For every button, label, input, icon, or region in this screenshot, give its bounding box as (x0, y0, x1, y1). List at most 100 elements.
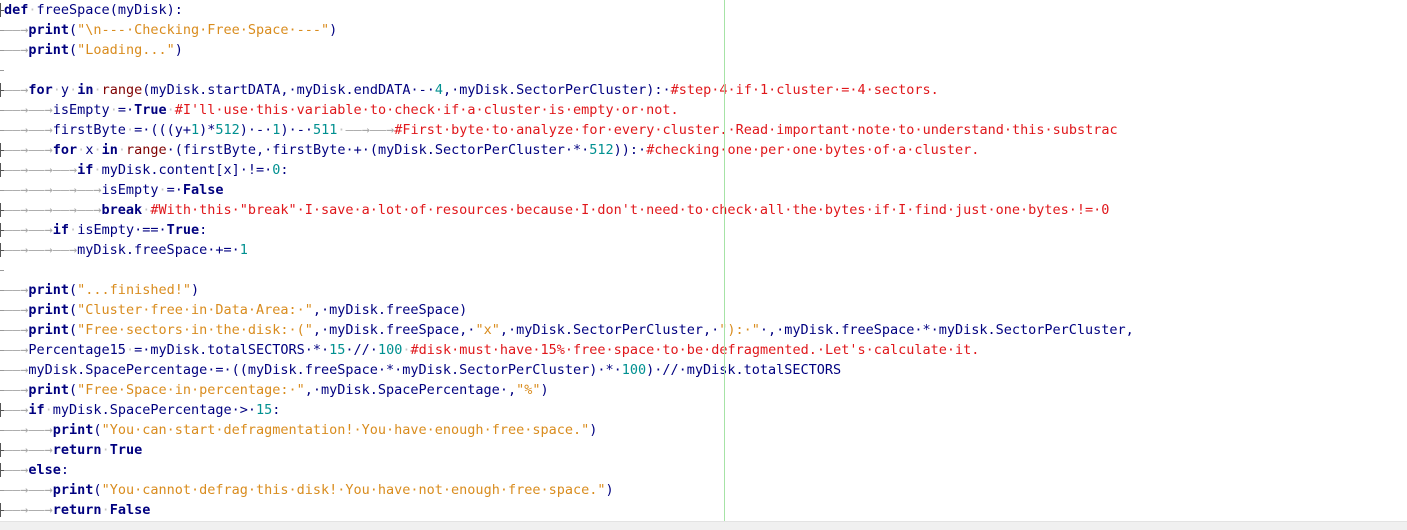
code-token: =· (166, 182, 183, 198)
code-token: ( (69, 382, 78, 398)
tab-arrow-icon: ——→——→——→——→ (4, 182, 102, 198)
code-token: print (28, 322, 70, 338)
code-token: return (52, 502, 102, 518)
code-token: #checking·one·per·one·bytes·of·a·cluster… (646, 142, 980, 158)
code-token: ·,·myDisk.freeSpace·*·myDisk.SectorPerCl… (759, 322, 1134, 338)
code-token: for (28, 82, 53, 98)
edge-column-guide (724, 0, 725, 522)
code-token: 15 (256, 402, 273, 418)
code-token: for (52, 142, 78, 158)
code-token: (myDisk): (109, 2, 183, 18)
tab-arrow-icon: ——→ (4, 402, 29, 418)
code-text: ——→else: (4, 460, 69, 480)
code-token: · (125, 122, 135, 138)
code-token: "You·cannot·defrag·this·disk!·You·have·n… (101, 482, 606, 498)
code-token: · (93, 162, 102, 178)
code-token: · (158, 182, 167, 198)
code-token: ) (329, 22, 338, 38)
tab-arrow-icon: ——→——→ (4, 482, 53, 498)
code-text: ——→print("Free·sectors·in·the·disk:·(",·… (4, 320, 1134, 340)
code-token: print (28, 42, 70, 58)
code-text: ——→for·y·in·range(myDisk.startDATA,·myDi… (4, 80, 939, 100)
code-token: "%" (516, 382, 541, 398)
horizontal-scrollbar[interactable] (0, 521, 1407, 530)
code-token: "):·" (719, 322, 760, 338)
tab-arrow-icon: ——→——→ (4, 222, 53, 238)
code-token: "Free·sectors·in·the·disk:·(" (77, 322, 313, 338)
code-token: =·(((y+ (134, 122, 191, 138)
tab-arrow-icon: ——→ (4, 382, 29, 398)
code-token: )·-· (239, 122, 273, 138)
tab-arrow-icon: ——→——→ (4, 502, 53, 518)
code-token: · (44, 402, 53, 418)
code-text: ——→——→return·True (4, 440, 142, 460)
code-token: 1 (239, 242, 248, 258)
code-token: · (69, 222, 78, 238)
code-token: · (101, 442, 110, 458)
code-token: 512 (589, 142, 614, 158)
tab-arrow-icon: ——→ (4, 322, 29, 338)
code-text: def·freeSpace(myDisk): (4, 0, 183, 20)
code-text: ——→print("Loading...") (4, 40, 183, 60)
tab-arrow-icon: ——→——→ (4, 122, 53, 138)
tab-arrow-icon: ——→——→ (4, 442, 53, 458)
code-token: )):· (613, 142, 647, 158)
code-token: isEmpty·==· (77, 222, 167, 238)
code-token: · (93, 82, 102, 98)
code-token: =·myDisk.totalSECTORS·*· (134, 342, 330, 358)
code-text: ——→——→——→if·myDisk.content[x]·!=·0: (4, 160, 289, 180)
code-token: False (182, 182, 224, 198)
code-token: ,·myDisk.SpacePercentage·, (304, 382, 517, 398)
code-token: range (126, 142, 167, 158)
code-token: return (52, 442, 102, 458)
code-token: ) (589, 422, 598, 438)
code-token: False (109, 502, 151, 518)
code-text: ——→print("...finished!") (4, 280, 199, 300)
code-token: · (125, 342, 135, 358)
code-token: 511 (312, 122, 338, 138)
code-token: myDisk.content[x]·!=· (101, 162, 273, 178)
code-token: isEmpty (101, 182, 159, 198)
code-token: print (52, 422, 94, 438)
code-token: · (166, 102, 175, 118)
code-editor[interactable]: def·freeSpace(myDisk): ——→print("\n---·Ch… (0, 0, 1407, 522)
code-text: ——→if·myDisk.SpacePercentage·>·15: (4, 400, 280, 420)
code-token: freeSpace (36, 2, 110, 18)
code-token: (myDisk.startDATA,·myDisk.endDATA·-· (142, 82, 435, 98)
code-token: print (28, 382, 70, 398)
code-token: Percentage15 (28, 342, 126, 358)
code-token: y (60, 82, 70, 98)
tab-arrow-icon: ——→ (4, 362, 29, 378)
code-token: "Loading..." (77, 42, 175, 58)
tab-arrow-icon: ——→——→ (4, 142, 53, 158)
code-token: ( (69, 302, 78, 318)
code-token: ( (69, 42, 78, 58)
code-token: 4 (434, 82, 443, 98)
code-token: ) (190, 282, 200, 298)
code-token: 1 (190, 122, 200, 138)
code-token: · (52, 82, 61, 98)
code-token: if (52, 222, 70, 238)
code-token: : (60, 462, 70, 478)
code-token: #With·this·"break"·I·save·a·lot·of·resou… (150, 202, 1110, 218)
code-token: ,·myDisk.SectorPerCluster,· (499, 322, 720, 338)
code-token: ) (605, 482, 614, 498)
code-text: ——→——→for·x·in·range·(firstByte,·firstBy… (4, 140, 979, 160)
code-token: in (77, 82, 94, 98)
tab-arrow-icon: ——→——→ (4, 422, 53, 438)
code-token: myDisk.SpacePercentage·=·((myDisk.freeSp… (28, 362, 622, 378)
code-token: ( (69, 322, 78, 338)
code-token: ,·myDisk.SectorPerCluster):· (443, 82, 671, 98)
code-token: )* (199, 122, 216, 138)
tab-arrow-icon: ——→——→ (4, 102, 53, 118)
code-token: #I'll·use·this·variable·to·check·if·a·cl… (174, 102, 679, 118)
code-token: ,·myDisk.freeSpace) (312, 302, 468, 318)
code-token: True (134, 102, 167, 118)
code-token: range (101, 82, 143, 98)
code-text: ——→——→——→myDisk.freeSpace·+=·1 (4, 240, 248, 260)
code-token: · (117, 142, 126, 158)
code-text: ——→——→firstByte·=·(((y+1)*512)·-·1)·-·51… (4, 120, 1118, 140)
code-token: ,·myDisk.freeSpace,· (312, 322, 476, 338)
code-token: =· (117, 102, 135, 118)
code-token: ·//· (345, 342, 378, 358)
